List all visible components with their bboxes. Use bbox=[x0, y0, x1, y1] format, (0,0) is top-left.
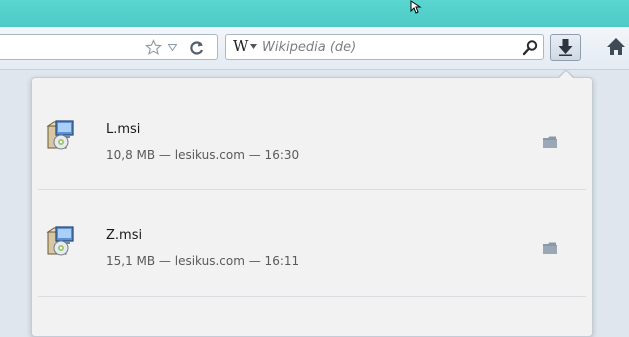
panel-arrow bbox=[558, 71, 574, 79]
downloads-panel: L.msi 10,8 MB — lesikus.com — 16:30 Z.ms… bbox=[31, 77, 593, 337]
navigation-toolbar: W bbox=[0, 27, 629, 70]
search-bar[interactable]: W bbox=[225, 34, 544, 60]
download-item[interactable]: L.msi 10,8 MB — lesikus.com — 16:30 bbox=[32, 84, 592, 190]
mouse-cursor-icon bbox=[410, 0, 422, 14]
home-icon[interactable] bbox=[606, 37, 626, 57]
magnifier-icon[interactable] bbox=[522, 39, 539, 56]
star-icon[interactable] bbox=[145, 39, 162, 56]
search-engine-logo[interactable]: W bbox=[233, 37, 248, 55]
installer-package-icon bbox=[46, 226, 74, 256]
download-status: 10,8 MB — lesikus.com — 16:30 bbox=[106, 148, 300, 162]
dropmarker-icon[interactable] bbox=[168, 44, 177, 51]
reload-icon[interactable] bbox=[189, 40, 205, 56]
window-titlebar bbox=[0, 0, 629, 27]
url-bar[interactable] bbox=[0, 34, 218, 60]
folder-icon[interactable] bbox=[543, 136, 557, 148]
download-item[interactable]: Z.msi 15,1 MB — lesikus.com — 16:11 bbox=[32, 190, 592, 296]
folder-icon[interactable] bbox=[543, 242, 557, 254]
engine-dropdown-icon[interactable] bbox=[250, 44, 257, 50]
download-status: 15,1 MB — lesikus.com — 16:11 bbox=[106, 254, 300, 268]
download-arrow-icon bbox=[558, 39, 573, 56]
download-filename: Z.msi bbox=[106, 228, 143, 243]
downloads-button[interactable] bbox=[550, 34, 581, 61]
download-filename: L.msi bbox=[106, 122, 141, 137]
installer-package-icon bbox=[46, 120, 74, 150]
search-input[interactable] bbox=[262, 36, 502, 58]
item-separator bbox=[38, 296, 586, 297]
